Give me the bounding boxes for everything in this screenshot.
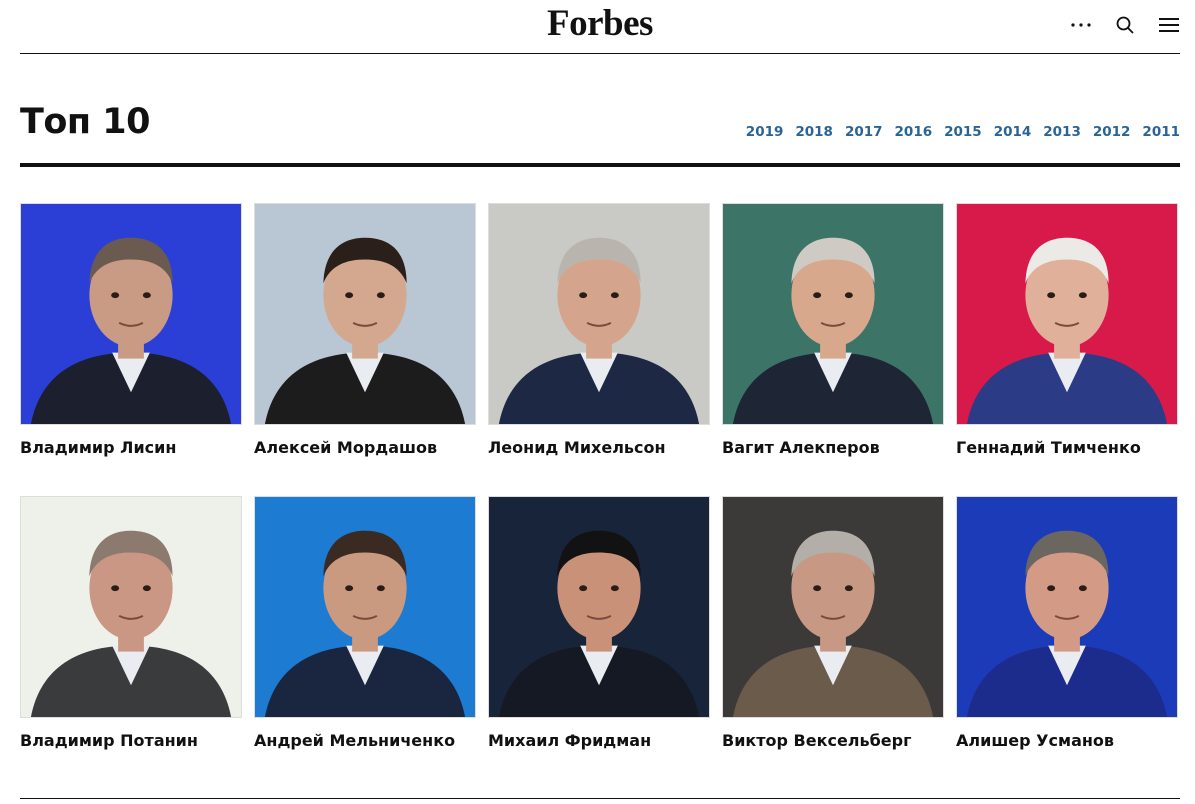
person-photo[interactable] bbox=[956, 203, 1178, 425]
person-card[interactable]: Владимир Лисин bbox=[20, 203, 242, 468]
person-card[interactable]: Вагит Алекперов bbox=[722, 203, 944, 468]
year-tab-2011[interactable]: 2011 bbox=[1142, 124, 1180, 140]
person-photo[interactable] bbox=[722, 203, 944, 425]
page-title: Топ 10 bbox=[20, 102, 151, 142]
person-card[interactable]: Леонид Михельсон bbox=[488, 203, 710, 468]
person-photo[interactable] bbox=[488, 203, 710, 425]
year-tabs: 2019 2018 2017 2016 2015 2014 2013 2012 … bbox=[746, 124, 1180, 140]
person-photo[interactable] bbox=[254, 203, 476, 425]
forbes-logo[interactable]: Forbes bbox=[20, 2, 1180, 45]
person-name[interactable]: Алишер Усманов bbox=[956, 731, 1178, 750]
site-header: Forbes bbox=[20, 0, 1180, 54]
search-icon[interactable] bbox=[1114, 14, 1136, 36]
year-tab-2018[interactable]: 2018 bbox=[795, 124, 833, 140]
more-icon[interactable] bbox=[1070, 14, 1092, 36]
title-divider bbox=[20, 163, 1180, 167]
person-photo[interactable] bbox=[254, 496, 476, 718]
person-name[interactable]: Владимир Лисин bbox=[20, 438, 242, 457]
person-card[interactable]: Геннадий Тимченко bbox=[956, 203, 1178, 468]
year-tab-2012[interactable]: 2012 bbox=[1093, 124, 1131, 140]
person-photo[interactable] bbox=[20, 203, 242, 425]
person-name[interactable]: Геннадий Тимченко bbox=[956, 438, 1178, 457]
person-photo[interactable] bbox=[956, 496, 1178, 718]
people-grid: Владимир Лисин Алексей Мордашов Леонид М… bbox=[20, 203, 1180, 761]
person-card[interactable]: Алишер Усманов bbox=[956, 496, 1178, 761]
person-photo[interactable] bbox=[722, 496, 944, 718]
person-name[interactable]: Вагит Алекперов bbox=[722, 438, 944, 457]
person-name[interactable]: Михаил Фридман bbox=[488, 731, 710, 750]
person-name[interactable]: Андрей Мельниченко bbox=[254, 731, 476, 750]
person-card[interactable]: Виктор Вексельберг bbox=[722, 496, 944, 761]
person-card[interactable]: Михаил Фридман bbox=[488, 496, 710, 761]
menu-icon[interactable] bbox=[1158, 14, 1180, 36]
person-photo[interactable] bbox=[488, 496, 710, 718]
year-tab-2019[interactable]: 2019 bbox=[746, 124, 784, 140]
person-photo[interactable] bbox=[20, 496, 242, 718]
person-card[interactable]: Владимир Потанин bbox=[20, 496, 242, 761]
year-tab-2016[interactable]: 2016 bbox=[895, 124, 933, 140]
person-name[interactable]: Леонид Михельсон bbox=[488, 438, 710, 457]
person-name[interactable]: Алексей Мордашов bbox=[254, 438, 476, 457]
year-tab-2015[interactable]: 2015 bbox=[944, 124, 982, 140]
year-tab-2014[interactable]: 2014 bbox=[994, 124, 1032, 140]
bottom-divider bbox=[20, 798, 1180, 799]
person-name[interactable]: Владимир Потанин bbox=[20, 731, 242, 750]
person-card[interactable]: Алексей Мордашов bbox=[254, 203, 476, 468]
person-name[interactable]: Виктор Вексельберг bbox=[722, 731, 944, 750]
header-actions bbox=[1070, 14, 1180, 36]
year-tab-2017[interactable]: 2017 bbox=[845, 124, 883, 140]
person-card[interactable]: Андрей Мельниченко bbox=[254, 496, 476, 761]
year-tab-2013[interactable]: 2013 bbox=[1043, 124, 1081, 140]
